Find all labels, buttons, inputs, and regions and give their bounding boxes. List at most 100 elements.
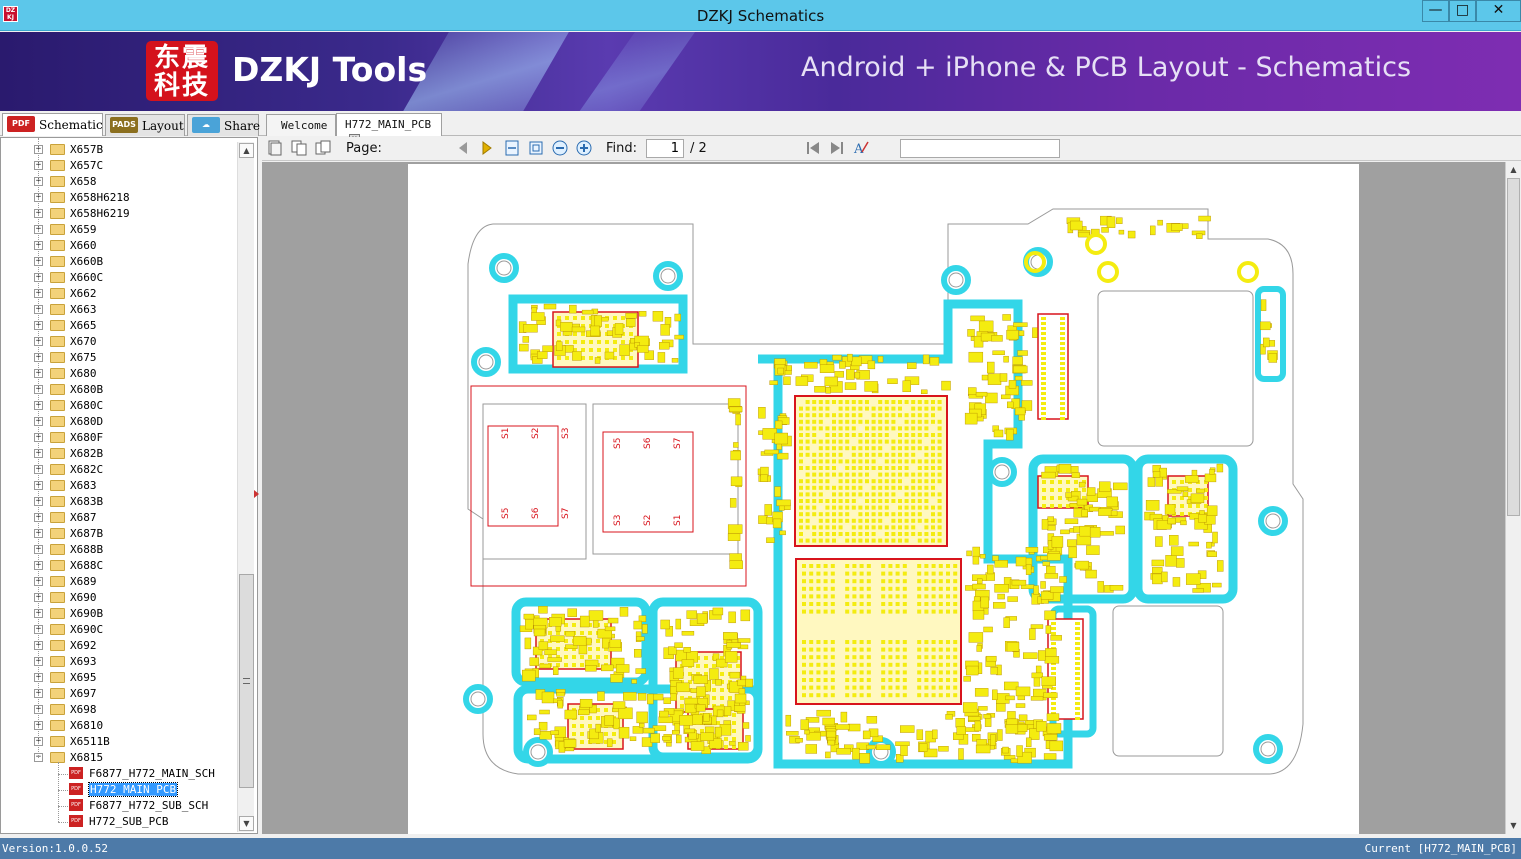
tree-file-row[interactable]: PDF H772_MAIN_PCB: [1, 782, 235, 798]
fit-width-icon[interactable]: [504, 140, 520, 156]
fit-page-icon[interactable]: [528, 140, 544, 156]
scroll-up-icon[interactable]: ▲: [1506, 162, 1521, 177]
tree-file-row[interactable]: PDF F6877_H772_MAIN_SCH: [1, 766, 235, 782]
scroll-thumb[interactable]: [1507, 178, 1520, 516]
scroll-up-icon[interactable]: ▲: [239, 143, 254, 158]
tree-folder-row[interactable]: + X670: [1, 334, 235, 350]
tree-folder-row[interactable]: + X658: [1, 174, 235, 190]
tree-file-row[interactable]: PDF F6877_H772_SUB_SCH: [1, 798, 235, 814]
passive-component: [607, 617, 619, 624]
tab-welcome[interactable]: Welcome: [266, 114, 336, 136]
passive-component: [1029, 628, 1036, 640]
tree-folder-row[interactable]: + X657B: [1, 142, 235, 158]
tree-folder-row[interactable]: + X693: [1, 654, 235, 670]
find-input[interactable]: [900, 139, 1060, 158]
tree-folder-row[interactable]: + X680C: [1, 398, 235, 414]
bga-ball: [830, 670, 835, 675]
tree-folder-row[interactable]: + X665: [1, 318, 235, 334]
passive-component: [1204, 473, 1217, 483]
tree-folder-row[interactable]: + X680B: [1, 382, 235, 398]
viewer-scrollbar[interactable]: ▲ ▼: [1505, 162, 1521, 834]
passive-component: [1268, 353, 1278, 363]
passive-component: [586, 637, 592, 646]
bga-ball: [832, 452, 836, 457]
tree-folder-row[interactable]: + X683: [1, 478, 235, 494]
tree-folder-row[interactable]: + X682C: [1, 462, 235, 478]
scroll-thumb[interactable]: [239, 574, 254, 788]
tree-folder-row[interactable]: − X6815: [1, 750, 235, 766]
bga-ball: [818, 400, 823, 404]
tree-folder-row[interactable]: + X683B: [1, 494, 235, 510]
tab-layout[interactable]: PADS Layout: [105, 114, 185, 136]
tree-file-row[interactable]: PDF H772_SUB_PCB: [1, 814, 235, 830]
tree-folder-row[interactable]: + X6810: [1, 718, 235, 734]
tree-folder-row[interactable]: + X687B: [1, 526, 235, 542]
tab-schematic[interactable]: PDF Schematic: [2, 113, 103, 136]
bga-ball: [799, 538, 803, 543]
bga-ball: [799, 479, 803, 484]
tree-folder-row[interactable]: + X660C: [1, 270, 235, 286]
tab-h772-main-pcb[interactable]: H772_MAIN_PCB×: [336, 113, 442, 145]
passive-component: [972, 546, 980, 558]
tree-folder-row[interactable]: + X680D: [1, 414, 235, 430]
bga-ball: [946, 564, 950, 568]
passive-component: [844, 382, 857, 390]
find-previous-icon[interactable]: [805, 140, 821, 156]
pages-icon[interactable]: [315, 140, 331, 156]
tab-share[interactable]: ☁ Share: [187, 114, 260, 136]
tree-folder-row[interactable]: + X675: [1, 350, 235, 366]
tree-folder-row[interactable]: + X687: [1, 510, 235, 526]
passive-component: [684, 697, 698, 705]
bga-ball: [904, 525, 909, 530]
highlight-text-icon[interactable]: A: [853, 140, 869, 156]
tree-folder-row[interactable]: + X682B: [1, 446, 235, 462]
tree-scrollbar[interactable]: ▲ ▼: [237, 142, 254, 832]
tree-folder-row[interactable]: + X698: [1, 702, 235, 718]
tree-folder-row[interactable]: + X659: [1, 222, 235, 238]
tree-folder-row[interactable]: + X658H6219: [1, 206, 235, 222]
maximize-button[interactable]: □: [1449, 0, 1476, 22]
scroll-down-icon[interactable]: ▼: [1506, 818, 1521, 833]
tree-folder-row[interactable]: + X680: [1, 366, 235, 382]
previous-page-icon[interactable]: [455, 140, 471, 156]
passive-component: [994, 560, 1008, 568]
tree-folder-row[interactable]: + X689: [1, 574, 235, 590]
page-number-input[interactable]: 1: [646, 139, 684, 158]
tree-folder-row[interactable]: + X695: [1, 670, 235, 686]
bga-ball: [581, 316, 585, 320]
connector-pin: [1041, 417, 1046, 420]
next-page-icon[interactable]: [479, 140, 495, 156]
close-button[interactable]: ✕: [1476, 0, 1521, 22]
tab-label: Schematic: [39, 118, 103, 132]
scroll-down-icon[interactable]: ▼: [239, 816, 254, 831]
tree-folder-row[interactable]: + X690B: [1, 606, 235, 622]
zoom-in-icon[interactable]: [576, 140, 592, 156]
bga-ball: [911, 459, 916, 464]
tree-folder-row[interactable]: + X680F: [1, 430, 235, 446]
tree-folder-row[interactable]: + X663: [1, 302, 235, 318]
open-document-icon[interactable]: [267, 140, 283, 156]
bga-ball: [924, 452, 929, 457]
passive-component: [539, 663, 551, 669]
minimize-button[interactable]: —: [1422, 0, 1449, 22]
zoom-out-icon[interactable]: [552, 140, 568, 156]
tree-folder-row[interactable]: + X660: [1, 238, 235, 254]
tree-folder-row[interactable]: + X692: [1, 638, 235, 654]
tree-folder-row[interactable]: + X688C: [1, 558, 235, 574]
passive-component: [1059, 576, 1067, 583]
tree-folder-row[interactable]: + X662: [1, 286, 235, 302]
find-next-icon[interactable]: [829, 140, 845, 156]
passive-component: [980, 553, 986, 559]
pdf-viewer[interactable]: S1 S2 S3 S5 S6 S7 S5 S6 S7 S3 S2 S1: [262, 162, 1505, 834]
bga-ball: [878, 433, 883, 437]
tree-folder-row[interactable]: + X6511B: [1, 734, 235, 750]
copy-icon[interactable]: [291, 140, 307, 156]
tree-folder-row[interactable]: + X697: [1, 686, 235, 702]
tree-folder-row[interactable]: + X660B: [1, 254, 235, 270]
tree-folder-row[interactable]: + X690: [1, 590, 235, 606]
splitter-collapse-icon[interactable]: [254, 490, 259, 498]
tree-folder-row[interactable]: + X688B: [1, 542, 235, 558]
tree-folder-row[interactable]: + X690C: [1, 622, 235, 638]
tree-folder-row[interactable]: + X657C: [1, 158, 235, 174]
tree-folder-row[interactable]: + X658H6218: [1, 190, 235, 206]
